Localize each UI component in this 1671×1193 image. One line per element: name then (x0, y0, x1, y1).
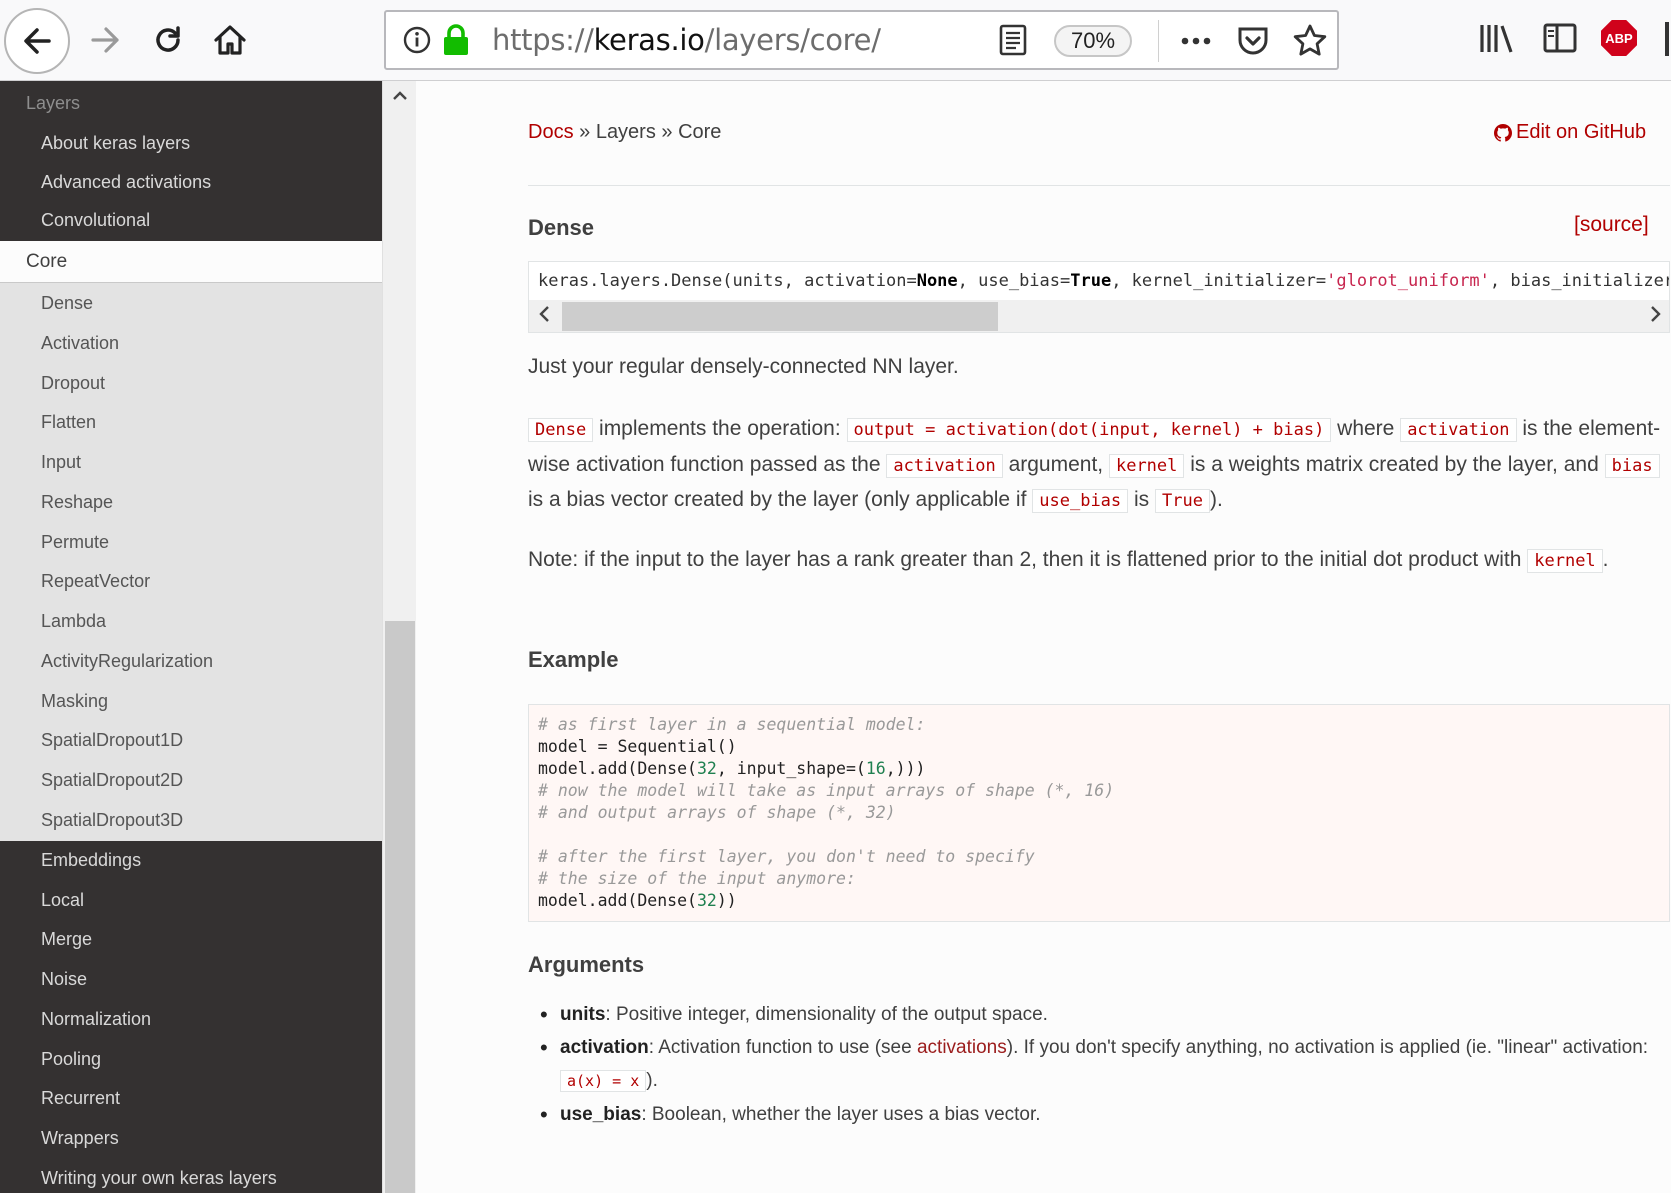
example-code-block: # as first layer in a sequential model: … (528, 704, 1670, 922)
sidebar-item-normalization[interactable]: Normalization (0, 1000, 382, 1038)
info-icon[interactable] (402, 25, 432, 60)
main-content: Docs » Layers » Core Edit on GitHub Dens… (416, 81, 1671, 1193)
sidebar-item-writing-your-own-keras-layers[interactable]: Writing your own keras layers (0, 1159, 382, 1193)
sidebar-item-recurrent[interactable]: Recurrent (0, 1079, 382, 1117)
sidebar-item-about-keras-layers[interactable]: About keras layers (0, 124, 382, 162)
zoom-level-button[interactable]: 70% (1054, 25, 1132, 57)
sidebar-item-merge[interactable]: Merge (0, 920, 382, 958)
sidebar-subitem-flatten[interactable]: Flatten (0, 403, 382, 441)
bookmark-star-icon[interactable] (1292, 23, 1328, 64)
sidebar-caption: Layers (26, 93, 81, 113)
sidebar-toggle-icon[interactable] (1542, 20, 1578, 61)
sidebar-subitem-dropout[interactable]: Dropout (0, 364, 382, 402)
chevron-left-icon[interactable] (538, 304, 552, 329)
edit-on-github-label: Edit on GitHub (1516, 121, 1647, 143)
home-icon (214, 25, 246, 55)
github-icon (1494, 123, 1512, 142)
lock-icon (442, 24, 470, 61)
horizontal-scrollbar[interactable] (529, 300, 1669, 332)
sidebar-subitem-lambda[interactable]: Lambda (0, 602, 382, 640)
reload-button[interactable] (144, 16, 192, 64)
sidebar-subitem-activityregularization[interactable]: ActivityRegularization (0, 642, 382, 680)
implementation-paragraph: Dense implements the operation: output =… (528, 417, 1661, 513)
sidebar-item-convolutional[interactable]: Convolutional (0, 201, 382, 239)
docs-sidebar: Layers About keras layers Advanced activ… (0, 81, 382, 1193)
sidebar-item-advanced-activations[interactable]: Advanced activations (0, 163, 382, 201)
forward-button[interactable] (82, 16, 130, 64)
sidebar-scrollbar[interactable] (382, 81, 416, 1193)
library-icon[interactable] (1478, 20, 1516, 61)
home-button[interactable] (206, 16, 254, 64)
sidebar-subitem-reshape[interactable]: Reshape (0, 483, 382, 521)
sidebar-item-core-current[interactable]: Core (0, 241, 382, 283)
sidebar-subitem-spatialdropout1d[interactable]: SpatialDropout1D (0, 721, 382, 759)
pocket-icon[interactable] (1236, 24, 1270, 63)
scrollbar-thumb[interactable] (385, 621, 415, 1193)
list-item: units: Positive integer, dimensionality … (540, 998, 1656, 1031)
signature-code-box: keras.layers.Dense(units, activation=Non… (528, 261, 1670, 333)
example-heading: Example (528, 647, 619, 672)
divider (528, 185, 1670, 186)
reader-view-icon[interactable] (998, 24, 1028, 61)
list-item: activation: Activation function to use (… (540, 1031, 1656, 1098)
sidebar-subitem-activation[interactable]: Activation (0, 324, 382, 362)
page-actions-icon[interactable] (1178, 26, 1214, 61)
intro-paragraph: Just your regular densely-connected NN l… (528, 355, 959, 378)
activations-link[interactable]: activations (917, 1037, 1007, 1058)
url-separator (1158, 20, 1159, 62)
chevron-right-icon[interactable] (1648, 304, 1662, 329)
address-bar[interactable]: https://keras.io/layers/core/ 70% (384, 10, 1339, 70)
arrow-right-icon (91, 27, 119, 53)
breadcrumb-docs-link[interactable]: Docs (528, 121, 574, 143)
adblock-plus-icon[interactable]: ABP (1601, 20, 1637, 56)
arrow-left-icon (24, 28, 51, 54)
note-paragraph: Note: if the input to the layer has a ra… (528, 548, 1609, 573)
dense-signature: keras.layers.Dense(units, activation=Non… (538, 271, 1670, 291)
url-text[interactable]: https://keras.io/layers/core/ (492, 23, 881, 57)
sidebar-item-pooling[interactable]: Pooling (0, 1040, 382, 1078)
sidebar-item-wrappers[interactable]: Wrappers (0, 1119, 382, 1157)
browser-toolbar: https://keras.io/layers/core/ 70% ABP (0, 0, 1671, 81)
arguments-heading: Arguments (528, 952, 645, 977)
overflow-edge (1665, 22, 1669, 56)
horizontal-scrollbar-thumb[interactable] (562, 302, 998, 331)
url-domain: keras.io (593, 23, 705, 57)
sidebar-subitem-input[interactable]: Input (0, 443, 382, 481)
sidebar-item-embeddings[interactable]: Embeddings (0, 841, 382, 879)
arguments-list: units: Positive integer, dimensionality … (540, 998, 1656, 1131)
sidebar-subitem-dense[interactable]: Dense (0, 284, 382, 322)
url-path: /layers/core/ (704, 23, 881, 57)
source-link[interactable]: [source] (1574, 213, 1649, 237)
sidebar-item-noise[interactable]: Noise (0, 960, 382, 998)
dense-heading: Dense (528, 215, 595, 240)
sidebar-subitem-spatialdropout3d[interactable]: SpatialDropout3D (0, 801, 382, 839)
breadcrumb-path: » Layers » Core (573, 121, 722, 143)
reload-icon (156, 26, 180, 52)
back-button[interactable] (4, 8, 70, 74)
url-scheme: https:// (492, 23, 594, 57)
edit-on-github-link[interactable]: Edit on GitHub (1494, 121, 1646, 144)
list-item: use_bias: Boolean, whether the layer use… (540, 1098, 1656, 1131)
sidebar-subitem-repeatvector[interactable]: RepeatVector (0, 562, 382, 600)
sidebar-item-local[interactable]: Local (0, 881, 382, 919)
breadcrumb: Docs » Layers » Core (528, 121, 721, 144)
sidebar-subitem-spatialdropout2d[interactable]: SpatialDropout2D (0, 761, 382, 799)
chevron-up-icon[interactable] (391, 87, 409, 110)
sidebar-subitem-masking[interactable]: Masking (0, 682, 382, 720)
sidebar-subitem-permute[interactable]: Permute (0, 523, 382, 561)
